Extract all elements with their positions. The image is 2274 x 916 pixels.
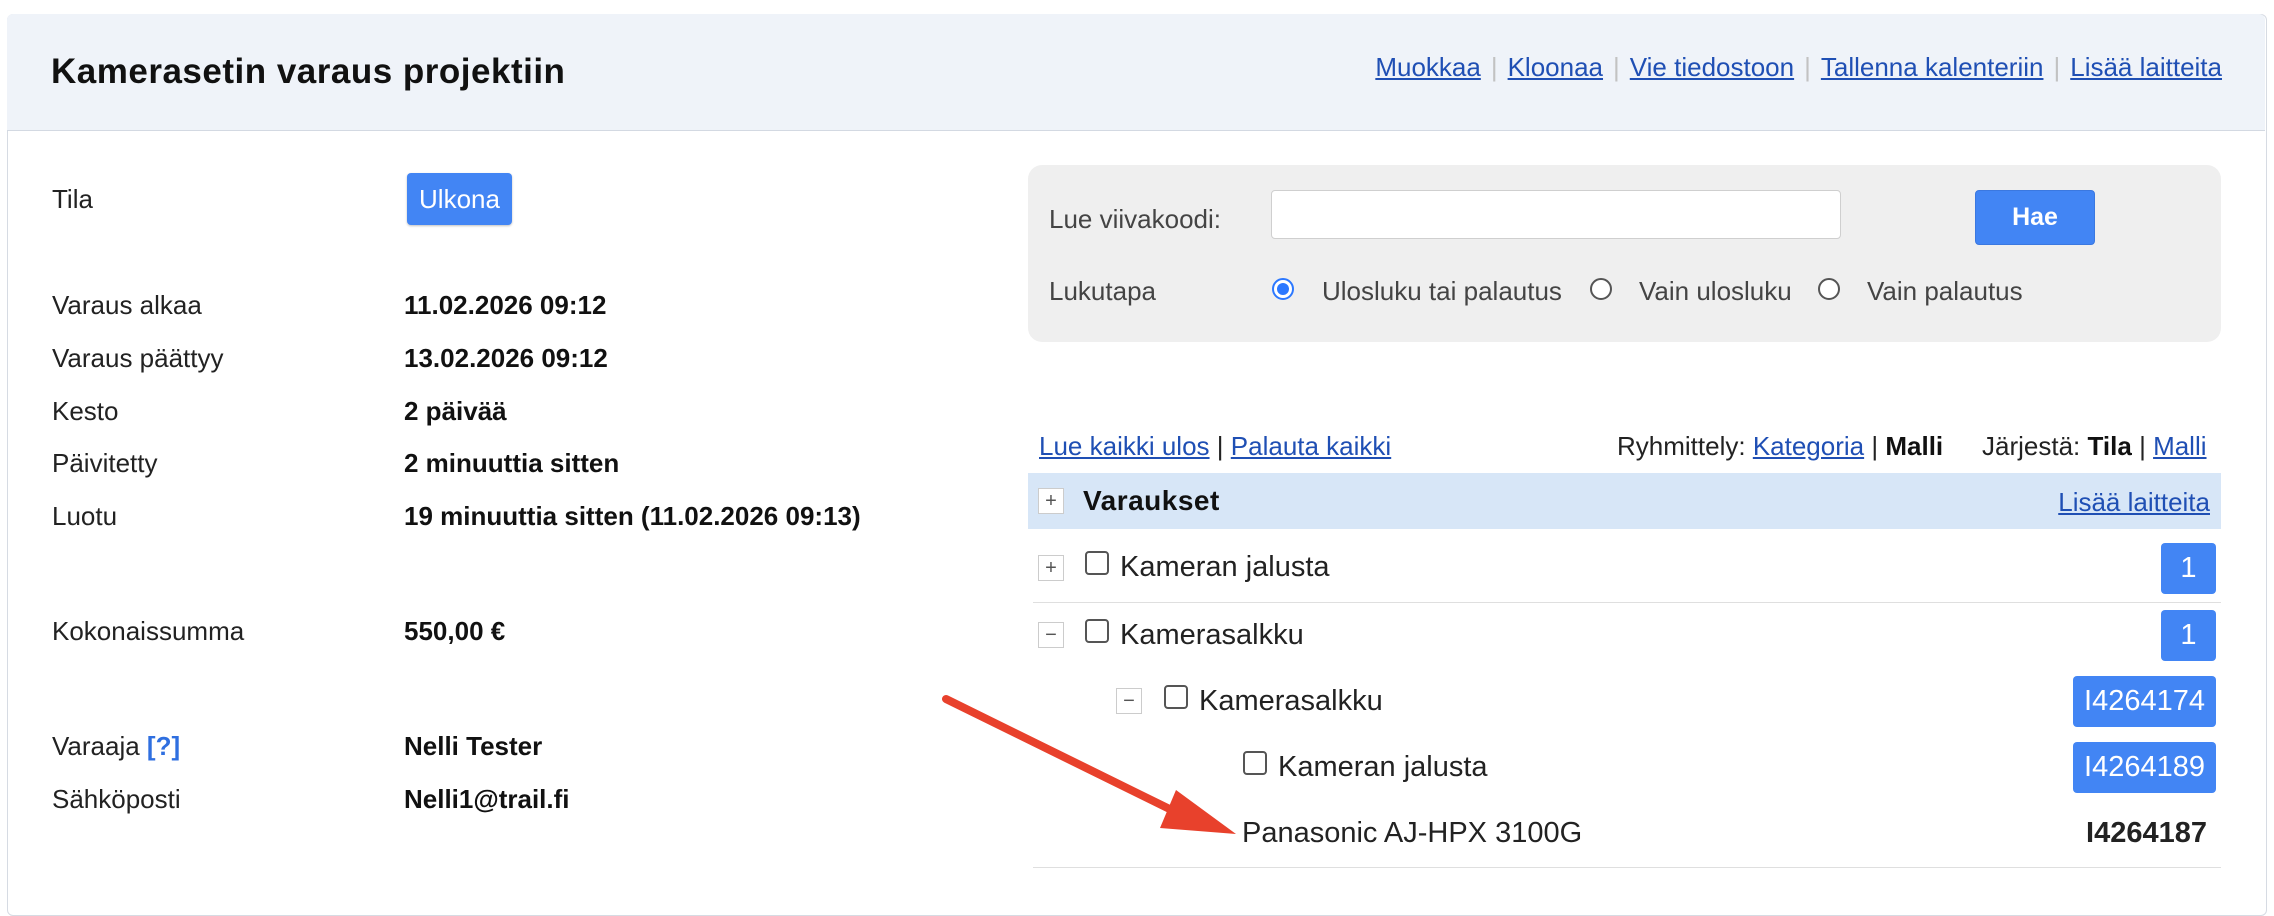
arrow-shaft xyxy=(942,695,1200,826)
annotation-arrow xyxy=(942,695,1236,834)
arrow-head xyxy=(1160,790,1236,834)
